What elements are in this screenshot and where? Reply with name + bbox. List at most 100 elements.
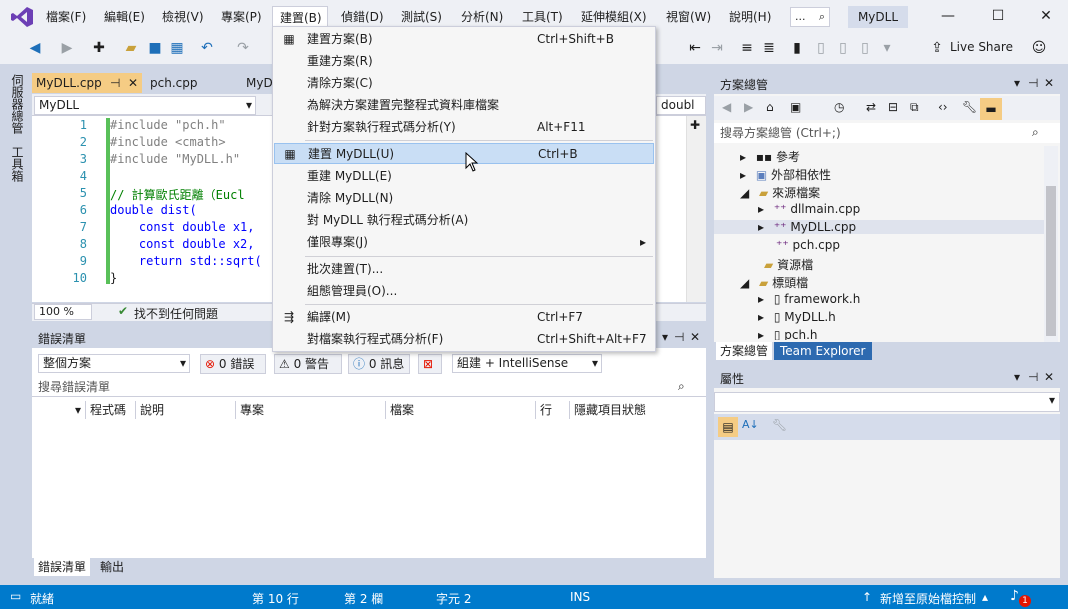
uncomment-icon[interactable]: ≣ — [760, 38, 778, 58]
menu-item-compile[interactable]: ⇶ 編譯(M) Ctrl+F7 — [274, 307, 654, 328]
errors-filter-button[interactable]: ⊗ 0 錯誤 — [200, 354, 266, 374]
tree-item[interactable]: ▸ ⁺⁺ dllmain.cpp — [758, 202, 860, 216]
scope-select[interactable]: 整個方案 ▾ — [38, 354, 190, 373]
menu-item-build-full-pdb[interactable]: 為解決方案建置完整程式資料庫檔案 — [274, 95, 654, 116]
bookmark-icon[interactable]: ▮ — [788, 38, 806, 58]
sync-icon[interactable]: ⇄ — [866, 100, 876, 114]
tree-item[interactable]: ▸ ▯ MyDLL.h — [758, 310, 836, 324]
categorized-icon[interactable]: ▤ — [718, 417, 738, 437]
dropdown-icon[interactable]: ▾ — [1014, 370, 1020, 384]
tree-item[interactable]: ◢ ▰ 來源檔案 — [740, 184, 820, 201]
column-filter-icon[interactable]: ▾ — [34, 401, 86, 419]
back-icon[interactable]: ◀ — [26, 38, 44, 58]
undo-icon[interactable]: ↶ — [198, 38, 216, 58]
properties-wrench-icon[interactable]: 🔧︎ — [962, 100, 977, 114]
issues-label[interactable]: 找不到任何問題 — [134, 305, 218, 322]
view-code-icon[interactable]: ‹› — [938, 100, 948, 114]
menu-file[interactable]: 檔案(F) — [39, 6, 93, 28]
menu-item-analyze-file[interactable]: 對檔案執行程式碼分析(F) Ctrl+Shift+Alt+F7 — [274, 329, 654, 350]
menu-item-analyze-solution[interactable]: 針對方案執行程式碼分析(Y) Alt+F11 — [274, 117, 654, 138]
filter-icon[interactable]: ⊠ — [418, 354, 442, 374]
tree-item[interactable]: ▸ ▯ pch.h — [758, 328, 818, 340]
search-box[interactable]: ... ⌕ — [790, 7, 830, 27]
server-explorer-tab[interactable]: 伺服器總管 — [8, 74, 26, 138]
column-description[interactable]: 說明 — [136, 401, 236, 419]
pin-icon[interactable]: ⊣ — [1028, 76, 1038, 90]
tree-item[interactable]: ▰ 資源檔 — [758, 256, 813, 273]
tab-mydll-h[interactable]: MyD — [240, 73, 272, 93]
minimize-icon[interactable]: — — [938, 8, 958, 24]
bookmark-toggle-icon[interactable]: ⇤ — [686, 38, 704, 58]
column-suppression[interactable]: 隱藏項目狀態 — [570, 401, 706, 419]
show-all-files-icon[interactable]: ⧉ — [910, 100, 919, 115]
pin-icon[interactable]: ⊣ — [1028, 370, 1038, 384]
zoom-combo[interactable]: 100 % — [34, 304, 92, 320]
column-project[interactable]: 專案 — [236, 401, 386, 419]
forward-icon[interactable]: ▶ — [58, 38, 76, 58]
error-search-input[interactable]: 搜尋錯誤清單 — [32, 377, 706, 397]
tab-output[interactable]: 輸出 — [96, 558, 128, 576]
toolbar-overflow-icon[interactable]: ▾ — [878, 38, 896, 58]
tab-solution-explorer[interactable]: 方案總管 — [716, 342, 773, 360]
source-control-icon[interactable]: ↑ — [862, 590, 872, 604]
menu-edit[interactable]: 編輯(E) — [97, 6, 152, 28]
panel-close-icon[interactable]: ✕ — [1044, 76, 1054, 90]
menu-item-build-solution[interactable]: ▦ 建置方案(B) Ctrl+Shift+B — [274, 29, 654, 50]
tab-close-icon[interactable]: ✕ — [128, 73, 138, 93]
tab-mydll-cpp[interactable]: MyDLL.cpp ⊣ ✕ — [32, 73, 142, 93]
new-project-icon[interactable]: ✚ — [90, 38, 108, 58]
solution-search-input[interactable]: 搜尋方案總管 (Ctrl+;) — [714, 123, 1060, 143]
warnings-filter-button[interactable]: ⚠ 0 警告 — [274, 354, 342, 374]
tree-item[interactable]: ▸ ▣ 外部相依性 — [740, 166, 831, 183]
visual-studio-logo-icon[interactable] — [10, 6, 34, 28]
chevron-up-icon[interactable]: ▴ — [982, 590, 988, 604]
menu-item-analyze-project[interactable]: 對 MyDLL 執行程式碼分析(A) — [274, 210, 654, 231]
back-icon[interactable]: ◀ — [722, 100, 731, 114]
switch-views-icon[interactable]: ▣ — [790, 100, 801, 114]
bookmark-clear-icon[interactable]: ▯ — [856, 38, 874, 58]
open-folder-icon[interactable]: ▰ — [122, 38, 140, 58]
menu-help[interactable]: 說明(H) — [722, 6, 778, 28]
notification-bell-icon[interactable]: ♪ — [1010, 588, 1019, 604]
tab-error-list[interactable]: 錯誤清單 — [34, 558, 91, 576]
comment-icon[interactable]: ≡ — [738, 38, 756, 58]
menu-window[interactable]: 視窗(W) — [659, 6, 718, 28]
menu-test[interactable]: 測試(S) — [394, 6, 449, 28]
collapse-all-icon[interactable]: ⊟ — [888, 100, 898, 114]
dropdown-icon[interactable]: ▾ — [662, 330, 668, 344]
scope-combo[interactable]: MyDLL ▾ — [34, 96, 256, 115]
pin-icon[interactable]: ⊣ — [674, 330, 684, 344]
panel-close-icon[interactable]: ✕ — [1044, 370, 1054, 384]
column-line[interactable]: 行 — [536, 401, 570, 419]
bookmark-next-icon[interactable]: ▯ — [812, 38, 830, 58]
save-all-icon[interactable]: ▦ — [168, 38, 186, 58]
menu-analyze[interactable]: 分析(N) — [454, 6, 510, 28]
home-icon[interactable]: ⌂ — [766, 100, 774, 114]
property-pages-icon[interactable]: 🔧︎ — [772, 418, 787, 432]
alphabetical-icon[interactable]: A↓ — [742, 418, 759, 431]
menu-item-project-only[interactable]: 僅限專案(J) ▸ — [274, 232, 654, 253]
tree-item[interactable]: ▸ ▯ framework.h — [758, 292, 860, 306]
maximize-icon[interactable]: ☐ — [988, 8, 1008, 24]
dropdown-icon[interactable]: ▾ — [1014, 76, 1020, 90]
menu-item-clean-project[interactable]: 清除 MyDLL(N) — [274, 188, 654, 209]
object-select[interactable]: ▾ — [714, 392, 1060, 412]
preview-selected-icon[interactable]: ▬ — [980, 98, 1002, 120]
menu-tools[interactable]: 工具(T) — [515, 6, 570, 28]
menu-extensions[interactable]: 延伸模組(X) — [574, 6, 654, 28]
build-filter-select[interactable]: 組建 + IntelliSense ▾ — [452, 354, 602, 373]
menu-view[interactable]: 檢視(V) — [155, 6, 211, 28]
menu-project[interactable]: 專案(P) — [214, 6, 269, 28]
menu-debug[interactable]: 偵錯(D) — [334, 6, 391, 28]
tab-pch-cpp[interactable]: pch.cpp — [144, 73, 238, 93]
save-icon[interactable]: ■ — [146, 38, 164, 58]
pin-icon[interactable]: ⊣ — [110, 73, 120, 93]
tab-team-explorer[interactable]: Team Explorer — [774, 342, 872, 360]
column-code[interactable]: 程式碼 — [86, 401, 136, 419]
live-share-icon[interactable]: ⇪ — [928, 38, 946, 58]
live-share-label[interactable]: Live Share — [950, 40, 1013, 54]
add-source-control-button[interactable]: 新增至原始檔控制 — [880, 590, 976, 607]
menu-item-rebuild-project[interactable]: 重建 MyDLL(E) — [274, 166, 654, 187]
redo-icon[interactable]: ↷ — [234, 38, 252, 58]
column-file[interactable]: 檔案 — [386, 401, 536, 419]
